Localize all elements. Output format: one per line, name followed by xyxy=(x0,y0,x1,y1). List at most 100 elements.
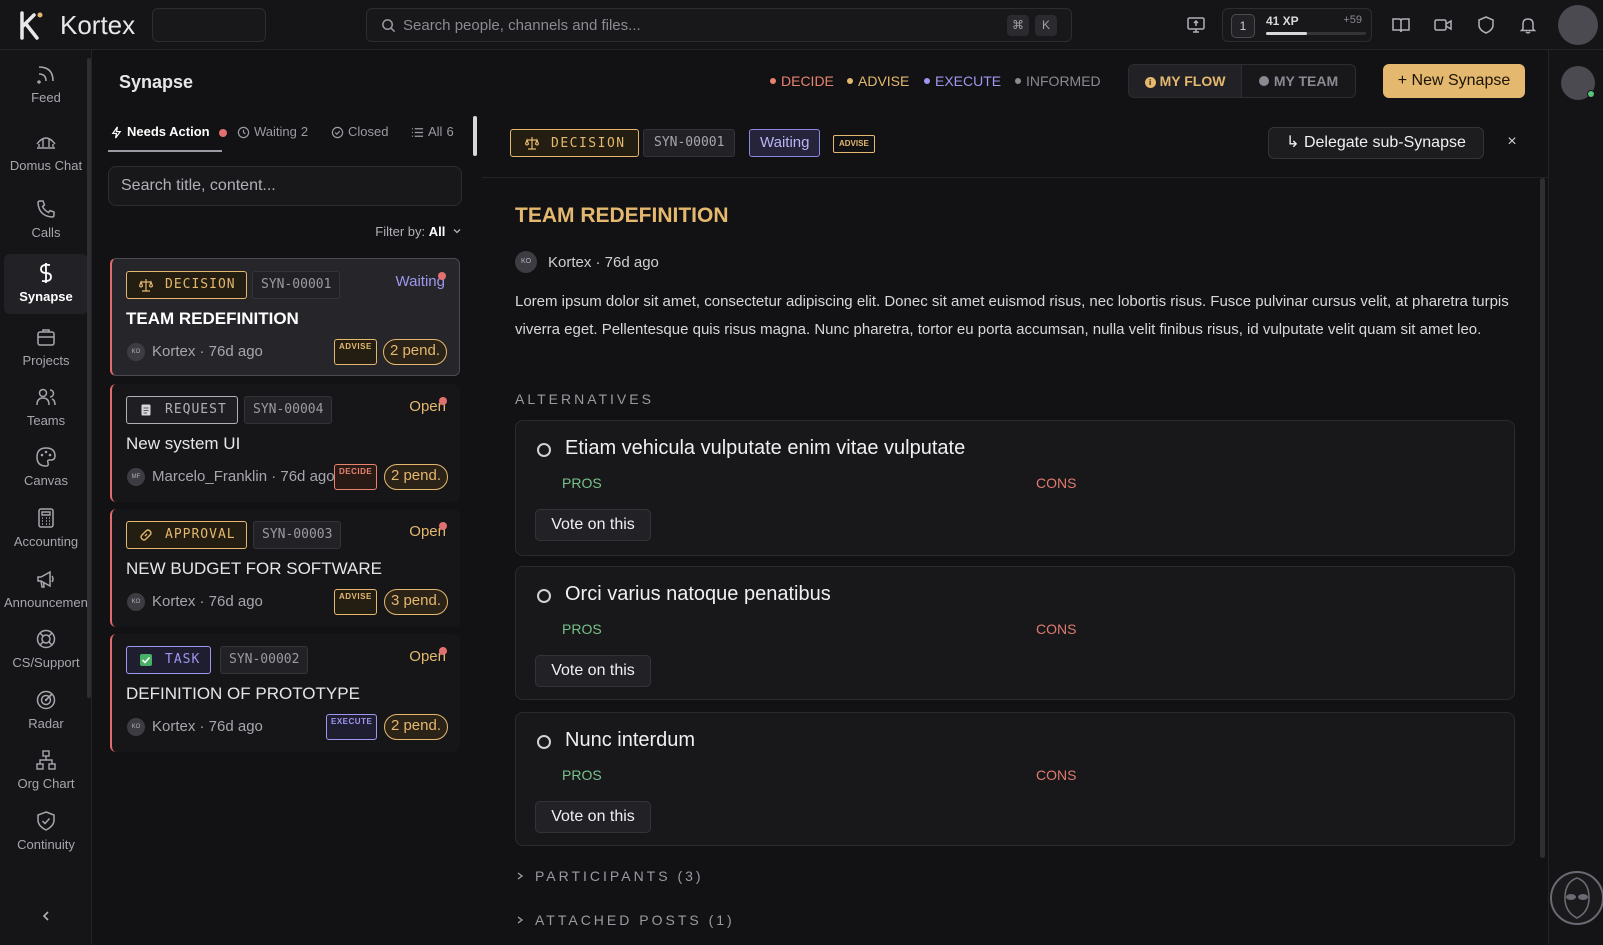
synapse-card[interactable]: TASK SYN-00002 Open DEFINITION OF PROTOT… xyxy=(110,634,460,752)
detail-title: TEAM REDEFINITION xyxy=(515,204,729,227)
detail-status-badge: Waiting xyxy=(749,129,821,157)
chevron-right-icon xyxy=(517,872,524,880)
xp-bonus: +59 xyxy=(1343,14,1362,26)
tab-label: Waiting xyxy=(254,124,297,139)
xp-bar xyxy=(1266,32,1366,35)
card-title: NEW BUDGET FOR SOFTWARE xyxy=(126,559,382,578)
palette-icon xyxy=(36,447,56,467)
participants-section-toggle[interactable]: PARTICIPANTS (3) xyxy=(515,868,704,884)
global-search-input[interactable] xyxy=(403,9,1003,41)
card-title: TEAM REDEFINITION xyxy=(126,309,299,328)
sidebar-item-synapse[interactable]: Synapse xyxy=(4,254,88,314)
vote-button[interactable]: Vote on this xyxy=(535,509,651,541)
clock-icon xyxy=(237,126,250,139)
alternatives-heading: ALTERNATIVES xyxy=(515,391,654,407)
sidebar-item-canvas[interactable]: Canvas xyxy=(4,438,88,498)
card-meta: Kortex · 76d ago xyxy=(152,593,263,610)
tab-closed[interactable]: Closed xyxy=(331,124,388,139)
alternative-radio[interactable] xyxy=(537,735,551,749)
tab-waiting[interactable]: Waiting 2 xyxy=(237,124,308,139)
filter-dropdown[interactable]: Filter by: All xyxy=(375,224,462,239)
xp-progress[interactable]: 1 41 XP +59 xyxy=(1222,8,1372,42)
user-avatar[interactable] xyxy=(1558,5,1598,45)
pros-label: PROS xyxy=(562,621,602,637)
vote-button[interactable]: Vote on this xyxy=(535,655,651,687)
detail-scrollbar[interactable] xyxy=(1540,178,1545,858)
tab-needs-action[interactable]: Needs Action xyxy=(110,124,228,139)
collapse-sidebar-icon[interactable] xyxy=(40,910,52,922)
sidebar-item-accounting[interactable]: Accounting xyxy=(4,499,88,559)
video-camera-icon[interactable] xyxy=(1433,15,1453,35)
sidebar-item-label: Continuity xyxy=(17,837,75,852)
synapse-search-input[interactable] xyxy=(108,166,462,206)
unread-dot xyxy=(438,272,446,280)
filter-value: All xyxy=(428,224,446,239)
synapse-card[interactable]: APPROVAL SYN-00003 Open NEW BUDGET FOR S… xyxy=(110,509,460,627)
sidebar-item-org-chart[interactable]: Org Chart xyxy=(4,741,88,801)
alternative-card: Nunc interdum PROS CONS Vote on this xyxy=(515,712,1515,846)
sidebar-item-cs-support[interactable]: CS/Support xyxy=(4,620,88,680)
page-title: Synapse xyxy=(119,72,194,92)
alternative-radio[interactable] xyxy=(537,443,551,457)
nav-scrollbar[interactable] xyxy=(87,58,91,698)
delegate-sub-synapse-button[interactable]: ↳ Delegate sub-Synapse xyxy=(1268,127,1484,159)
shield-icon[interactable] xyxy=(1476,15,1496,35)
detail-id-badge[interactable]: SYN-00001 xyxy=(643,129,736,157)
kortex-logo-icon[interactable] xyxy=(18,10,46,40)
sidebar-item-radar[interactable]: Radar xyxy=(4,681,88,741)
card-meta: Marcelo_Franklin · 76d ago xyxy=(152,468,335,485)
sidebar-item-label: Domus Chat xyxy=(9,158,83,173)
role-label: ADVISE xyxy=(858,73,910,89)
alternative-radio[interactable] xyxy=(537,589,551,603)
sidebar-item-label: Org Chart xyxy=(17,776,75,791)
book-icon[interactable] xyxy=(1391,15,1411,35)
xp-bar-fill xyxy=(1266,32,1307,35)
cons-label: CONS xyxy=(1036,475,1077,491)
my-team-button[interactable]: MY TEAM xyxy=(1241,65,1355,97)
role-label: DECIDE xyxy=(781,73,834,89)
role-dot-icon xyxy=(847,78,853,85)
close-icon[interactable]: × xyxy=(1502,132,1522,152)
attached-posts-section-toggle[interactable]: ATTACHED POSTS (1) xyxy=(515,912,735,928)
vote-button[interactable]: Vote on this xyxy=(535,801,651,833)
author-avatar[interactable]: KO xyxy=(515,251,537,273)
link-icon xyxy=(140,529,152,541)
synapse-card[interactable]: DECISION SYN-00001 Waiting TEAM REDEFINI… xyxy=(110,258,460,376)
flow-toggle[interactable]: i MY FLOW MY TEAM xyxy=(1128,64,1356,98)
card-type-badge: DECISION xyxy=(126,271,247,299)
sidebar-item-label: Feed xyxy=(31,90,61,105)
sidebar-item-feed[interactable]: Feed xyxy=(4,55,88,115)
sidebar-item-teams[interactable]: Teams xyxy=(4,378,88,438)
sidebar-item-domus-chat[interactable]: Domus Chat xyxy=(4,123,88,183)
bell-icon[interactable] xyxy=(1518,15,1538,35)
org-chart-icon xyxy=(36,750,56,770)
alternative-title: Etiam vehicula vulputate enim vitae vulp… xyxy=(565,437,966,459)
sidebar-item-projects[interactable]: Projects xyxy=(4,318,88,378)
needs-action-dot xyxy=(219,128,228,137)
sidebar-item-calls[interactable]: Calls xyxy=(4,190,88,250)
role-legend-execute: EXECUTE xyxy=(924,73,1001,89)
screen-share-icon[interactable] xyxy=(1186,15,1206,35)
workspace-switcher[interactable] xyxy=(152,8,266,42)
card-role-badge: ADVISE xyxy=(334,589,377,615)
domus-icon xyxy=(36,137,56,149)
global-search[interactable]: ⌘ K xyxy=(366,8,1072,42)
search-icon xyxy=(382,19,396,33)
card-role-badge: ADVISE xyxy=(334,339,377,365)
sidebar-item-continuity[interactable]: Continuity xyxy=(4,802,88,862)
users-icon xyxy=(36,388,56,406)
role-dot-icon xyxy=(924,78,930,85)
new-synapse-button[interactable]: + New Synapse xyxy=(1383,64,1525,98)
pending-count-badge: 2 pend. xyxy=(382,339,447,365)
detail-type-badge: DECISION xyxy=(510,129,639,157)
sidebar-item-announcements[interactable]: Announcements xyxy=(4,560,88,620)
tab-all[interactable]: All 6 xyxy=(411,124,454,139)
mascot-icon[interactable] xyxy=(1549,870,1603,926)
tabs-scrollbar[interactable] xyxy=(473,116,477,156)
chevron-down-icon xyxy=(453,229,461,234)
my-flow-button[interactable]: i MY FLOW xyxy=(1129,65,1241,97)
info-icon: i xyxy=(1144,77,1156,88)
role-legend-advise: ADVISE xyxy=(847,73,909,89)
synapse-card[interactable]: REQUEST SYN-00004 Open New system UI MF … xyxy=(110,384,460,502)
xp-label: 41 XP xyxy=(1266,14,1299,28)
